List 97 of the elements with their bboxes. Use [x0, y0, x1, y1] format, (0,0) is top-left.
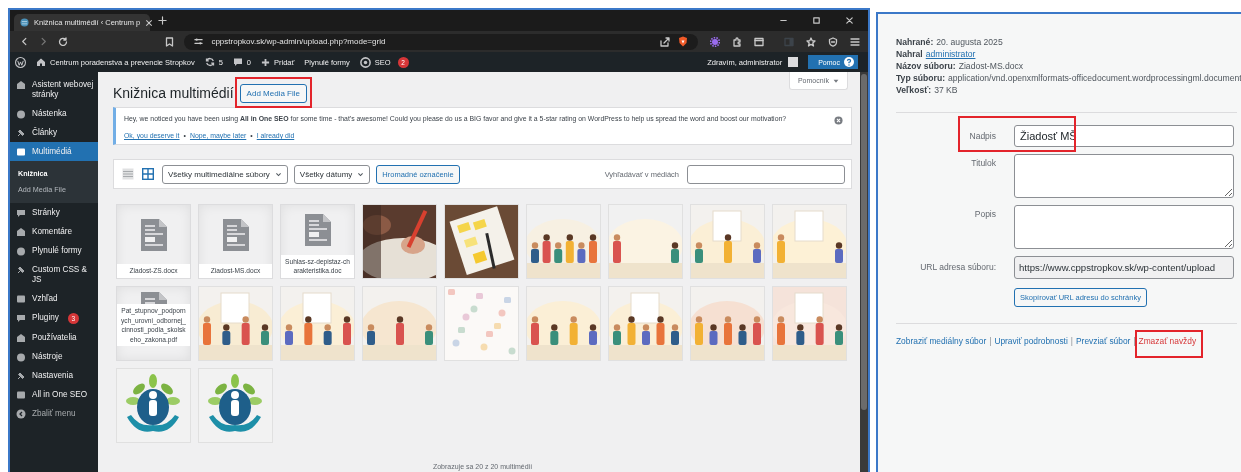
meta-value: application/vnd.openxmlformats-officedocument.wordprocessingml.document: [948, 73, 1241, 83]
menu-item[interactable]: Nástroje: [10, 347, 98, 366]
grid-view-icon[interactable]: [142, 168, 154, 180]
scrollbar[interactable]: [860, 72, 868, 472]
meta-label: Názov súboru:: [896, 61, 956, 71]
close-icon[interactable]: [845, 16, 854, 25]
meta-label: Veľkosť:: [896, 85, 932, 95]
star-icon[interactable]: [806, 36, 816, 47]
speech-bubble-icon: [16, 207, 26, 218]
separator: |: [1070, 336, 1073, 346]
url-text: cppstropkov.sk/wp-admin/upload.php?mode=grid: [211, 37, 386, 46]
collapse-menu-button[interactable]: Zbaliť menu: [10, 404, 98, 423]
menu-item[interactable]: Custom CSS & JS: [10, 260, 98, 289]
maximize-icon[interactable]: [812, 16, 821, 25]
type-filter-dropdown[interactable]: Všetky multimediálne súbory: [162, 164, 288, 184]
comment-icon: [232, 57, 243, 67]
menu-icon[interactable]: [850, 36, 860, 47]
dismiss-icon[interactable]: [834, 116, 843, 125]
gear-icon[interactable]: [710, 36, 720, 47]
delete-link[interactable]: Zmazať navždy: [1138, 336, 1197, 346]
plus-icon: [261, 57, 270, 67]
speech-bubble-icon: [16, 312, 26, 323]
search-field[interactable]: [687, 164, 845, 184]
globe-icon: [20, 18, 29, 27]
action-link[interactable]: Upraviť podrobnosti: [994, 336, 1068, 346]
document-icon: [139, 217, 168, 252]
window-icon[interactable]: [754, 36, 764, 47]
bookmark-icon[interactable]: [165, 36, 175, 47]
collapse-icon: [16, 408, 26, 419]
date-filter-dropdown[interactable]: Všetky dátumy: [293, 164, 371, 184]
chevron-icon: [357, 170, 365, 178]
document-icon: [221, 217, 250, 252]
house-icon: [16, 79, 26, 90]
circle-icon: [16, 351, 26, 362]
forward-icon[interactable]: [39, 37, 48, 46]
text-area[interactable]: [1014, 205, 1234, 249]
home-icon: [36, 57, 46, 67]
square-icon: [16, 389, 26, 400]
action-link[interactable]: Prevziať súbor: [1076, 336, 1131, 346]
field-label: Titulok: [970, 157, 996, 168]
text-area[interactable]: [1014, 154, 1234, 198]
back-icon[interactable]: [20, 37, 29, 46]
help-icon: [844, 57, 854, 67]
circle-icon: [16, 245, 26, 256]
pin-icon: [16, 127, 26, 138]
meta-value: 37 KB: [934, 85, 958, 95]
address-bar[interactable]: cppstropkov.sk/wp-admin/upload.php?mode=grid: [184, 33, 698, 50]
circle-icon: [16, 108, 26, 119]
new-tab-icon[interactable]: [158, 16, 167, 25]
menu-item[interactable]: Nastavenia: [10, 366, 98, 385]
menu-item[interactable]: Používatelia: [10, 328, 98, 347]
menu-item[interactable]: Nástenka: [10, 104, 98, 123]
puzzle-icon[interactable]: [732, 36, 742, 47]
menu-item[interactable]: Vzhľad: [10, 289, 98, 308]
field-label: Nadpis: [968, 130, 996, 141]
menu-item[interactable]: Články: [10, 123, 98, 142]
close-icon[interactable]: [145, 18, 154, 27]
house-icon: [16, 332, 26, 343]
meta-label: Typ súboru:: [896, 73, 945, 83]
uploader-link[interactable]: administrator: [925, 49, 976, 59]
site-settings-icon[interactable]: [194, 37, 204, 46]
menu-item[interactable]: Stránky: [10, 203, 98, 222]
pin-icon: [16, 370, 26, 381]
meta-label: Nahrané:: [896, 37, 934, 47]
house-icon: [16, 226, 26, 237]
add-media-button[interactable]: Add Media File: [239, 84, 307, 103]
menu-item[interactable]: Asistent webovej stránky: [10, 75, 98, 104]
shield-icon[interactable]: [828, 36, 838, 47]
document-icon: [303, 212, 332, 247]
url-field[interactable]: https://www.cppstropkov.sk/wp-content/upload: [1014, 256, 1234, 279]
square-icon: [16, 293, 26, 304]
chevron-icon: [274, 170, 282, 178]
shield-icon[interactable]: [678, 36, 688, 47]
separator: |: [1133, 336, 1136, 346]
menu-item[interactable]: Komentáre: [10, 222, 98, 241]
meta-label: Nahral: [896, 49, 923, 59]
action-link[interactable]: Zobraziť mediálny súbor: [896, 336, 987, 346]
field-label: URL adresa súboru:: [919, 261, 996, 272]
menu-item[interactable]: Plynulé formy: [10, 241, 98, 260]
seo-icon: [359, 56, 371, 68]
meta-value: 20. augusta 2025: [936, 37, 1003, 47]
refresh-icon: [204, 57, 215, 67]
scrollbar-thumb[interactable]: [861, 74, 867, 410]
meta-value: Ziadost-MS.docx: [958, 61, 1024, 71]
pin-icon: [16, 264, 26, 275]
menu-item[interactable]: All in One SEO: [10, 385, 98, 404]
document-icon: [139, 291, 168, 304]
field-label: Popis: [973, 208, 996, 219]
page-title: Knižnica multimédií: [113, 84, 234, 101]
wordpress-logo-icon[interactable]: [15, 56, 26, 68]
menu-item[interactable]: Multimédiá: [10, 142, 98, 161]
share-icon[interactable]: [660, 36, 670, 47]
caret-icon: [833, 77, 839, 84]
reload-icon[interactable]: [58, 36, 68, 47]
avatar-icon[interactable]: [788, 57, 799, 67]
separator: |: [989, 336, 992, 346]
square-icon: [16, 146, 26, 157]
